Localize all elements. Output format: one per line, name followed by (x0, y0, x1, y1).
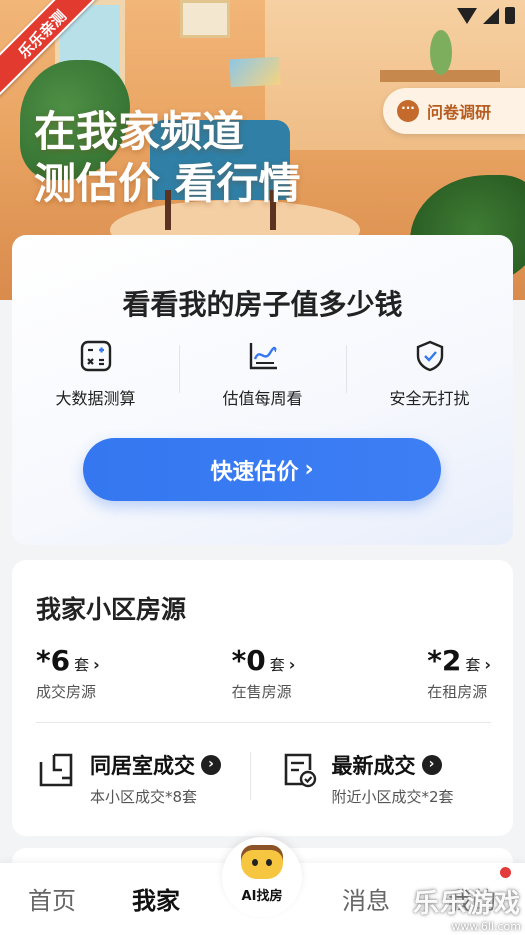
quick-valuation-label: 快速估价 (210, 459, 299, 485)
document-check-icon (284, 753, 316, 788)
chevron-right-icon: › (484, 655, 491, 674)
feature-label: 大数据测算 (55, 389, 136, 408)
hero-plant-small-illustration (430, 30, 452, 75)
stat-unit: 套 (465, 656, 481, 674)
watermark-text: 乐乐游戏 (412, 889, 521, 919)
stat-for-rent[interactable]: *2 套 › 在租房源 (427, 644, 491, 702)
valuation-title: 看看我的房子值多少钱 (122, 288, 403, 321)
feature-item: 安全无打扰 (346, 339, 513, 409)
stat-value: *6 (36, 644, 71, 677)
survey-button[interactable]: ··· 问卷调研 (383, 88, 525, 134)
ai-find-house-button[interactable]: AI找房 (222, 837, 302, 925)
watermark-url: www.6ll.com (451, 920, 521, 933)
deal-title: 最新成交 (331, 754, 416, 778)
deal-subtitle: 附近小区成交*2套 (331, 788, 454, 806)
watermark: 乐乐游戏 www.6ll.com (413, 883, 521, 933)
feature-label: 估值每周看 (222, 389, 303, 408)
floorplan-icon (39, 753, 73, 787)
divider (36, 722, 491, 723)
nav-my-home[interactable]: 我家 (132, 881, 180, 916)
deal-title: 同居室成交 (90, 754, 195, 778)
same-layout-deals-link[interactable]: 同居室成交 › 本小区成交*8套 (36, 750, 250, 807)
feature-label: 安全无打扰 (389, 389, 470, 408)
chevron-right-icon: › (304, 457, 314, 482)
ai-button-circle: AI找房 (222, 837, 302, 917)
hero-title-line1: 在我家频道 (34, 107, 245, 156)
community-listings-card: 我家小区房源 *6 套 › 成交房源 *0 套 › 在售房源 *2 套 › 在租… (12, 560, 513, 836)
listing-stats: *6 套 › 成交房源 *0 套 › 在售房源 *2 套 › 在租房源 (36, 644, 491, 702)
ai-mascot-icon (241, 845, 283, 879)
signal-icon (483, 7, 499, 24)
feature-item: 大数据测算 (12, 339, 179, 409)
status-bar (457, 7, 515, 24)
stat-unit: 套 (269, 656, 285, 674)
hero-painting-illustration (229, 56, 281, 88)
feature-list: 大数据测算 估值每周看 安全无打扰 (12, 339, 513, 409)
chevron-right-circle-icon: › (201, 755, 221, 775)
shield-check-icon (416, 340, 443, 372)
chevron-right-icon: › (288, 655, 296, 674)
stat-label: 成交房源 (36, 683, 97, 701)
trend-chart-icon (249, 343, 277, 370)
feature-item: 估值每周看 (179, 339, 346, 409)
nav-messages[interactable]: 消息 (342, 881, 390, 916)
community-listings-title: 我家小区房源 (36, 595, 187, 624)
bottom-nav: 首页 我家 AI找房 消息 我的 乐乐游戏 www.6ll.com (0, 837, 525, 935)
chevron-right-icon: › (93, 655, 100, 674)
stat-for-sale[interactable]: *0 套 › 在售房源 (232, 644, 296, 702)
survey-button-label: 问卷调研 (427, 103, 492, 122)
ai-button-label: AI找房 (241, 889, 283, 904)
stat-value: *0 (231, 644, 266, 677)
nav-home[interactable]: 首页 (28, 881, 76, 916)
hero-frame-illustration (180, 0, 230, 38)
wifi-icon (457, 7, 477, 24)
battery-icon (505, 7, 515, 24)
deal-subtitle: 本小区成交*8套 (90, 788, 198, 806)
latest-deals-link[interactable]: 最新成交 › 附近小区成交*2套 (249, 750, 492, 807)
hero-title: 在我家频道 测估价 看行情 (34, 106, 301, 210)
stat-value: *2 (427, 644, 462, 677)
stat-sold[interactable]: *6 套 › 成交房源 (36, 644, 100, 702)
stat-label: 在售房源 (231, 683, 292, 701)
stat-label: 在租房源 (427, 683, 488, 701)
deal-links: 同居室成交 › 本小区成交*8套 最新成交 › 附近小区成交*2套 (36, 750, 491, 807)
chevron-right-circle-icon: › (421, 755, 442, 775)
valuation-card: 看看我的房子值多少钱 大数据测算 估值每周看 安全无打扰 快速估价 › (12, 235, 513, 545)
quick-valuation-button[interactable]: 快速估价 › (83, 438, 441, 501)
calculator-icon (80, 340, 111, 372)
chat-dots-icon: ··· (397, 100, 419, 122)
notification-dot (500, 867, 511, 878)
hero-title-line2: 测估价 看行情 (34, 159, 301, 208)
stat-unit: 套 (74, 656, 90, 674)
